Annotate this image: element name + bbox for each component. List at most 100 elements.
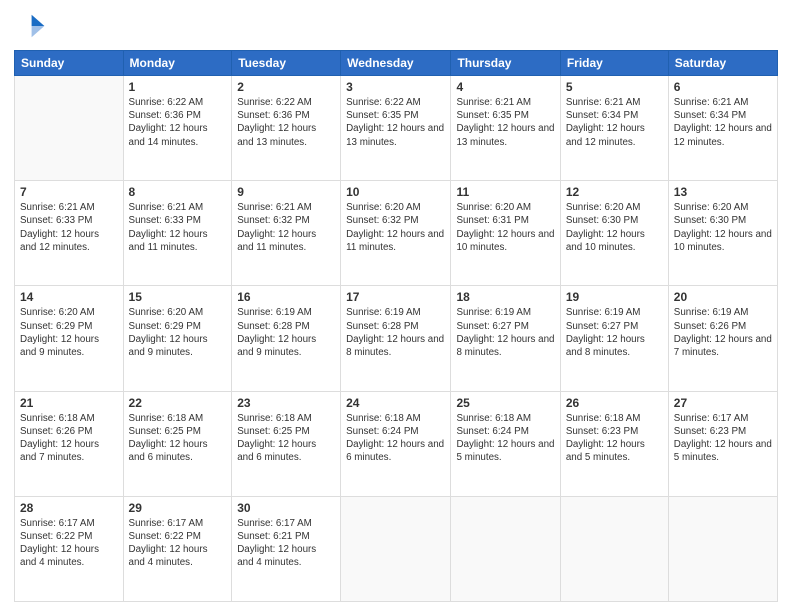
- day-info: Sunrise: 6:20 AMSunset: 6:30 PMDaylight:…: [674, 201, 772, 254]
- calendar-week-1: 1 Sunrise: 6:22 AMSunset: 6:36 PMDaylight…: [15, 76, 778, 181]
- day-number: 21: [20, 396, 118, 410]
- calendar-table: SundayMondayTuesdayWednesdayThursdayFrid…: [14, 50, 778, 602]
- day-number: 16: [237, 290, 335, 304]
- calendar-cell: 17 Sunrise: 6:19 AMSunset: 6:28 PMDayligh…: [341, 286, 451, 391]
- calendar-cell: 30 Sunrise: 6:17 AMSunset: 6:21 PMDayligh…: [232, 496, 341, 601]
- day-number: 3: [346, 80, 445, 94]
- calendar-header-tuesday: Tuesday: [232, 51, 341, 76]
- calendar-header-monday: Monday: [123, 51, 232, 76]
- day-info: Sunrise: 6:22 AMSunset: 6:36 PMDaylight:…: [237, 96, 335, 149]
- day-info: Sunrise: 6:20 AMSunset: 6:29 PMDaylight:…: [129, 306, 227, 359]
- logo-icon: [14, 10, 46, 42]
- day-info: Sunrise: 6:18 AMSunset: 6:23 PMDaylight:…: [566, 412, 663, 465]
- calendar-cell: 27 Sunrise: 6:17 AMSunset: 6:23 PMDayligh…: [668, 391, 777, 496]
- day-number: 7: [20, 185, 118, 199]
- day-number: 20: [674, 290, 772, 304]
- calendar-cell: [668, 496, 777, 601]
- calendar-cell: 23Sunrise: 6:18 AMSunset: 6:25 PMDayligh…: [232, 391, 341, 496]
- calendar-week-2: 7 Sunrise: 6:21 AMSunset: 6:33 PMDaylight…: [15, 181, 778, 286]
- day-number: 2: [237, 80, 335, 94]
- calendar-header-row: SundayMondayTuesdayWednesdayThursdayFrid…: [15, 51, 778, 76]
- day-number: 29: [129, 501, 227, 515]
- calendar-header-saturday: Saturday: [668, 51, 777, 76]
- calendar-cell: [341, 496, 451, 601]
- calendar-cell: 5Sunrise: 6:21 AMSunset: 6:34 PMDaylight…: [560, 76, 668, 181]
- day-info: Sunrise: 6:19 AMSunset: 6:26 PMDaylight:…: [674, 306, 772, 359]
- day-number: 28: [20, 501, 118, 515]
- day-info: Sunrise: 6:19 AMSunset: 6:27 PMDaylight:…: [566, 306, 663, 359]
- calendar-cell: 24Sunrise: 6:18 AMSunset: 6:24 PMDayligh…: [341, 391, 451, 496]
- calendar-cell: 13 Sunrise: 6:20 AMSunset: 6:30 PMDayligh…: [668, 181, 777, 286]
- day-number: 8: [129, 185, 227, 199]
- calendar-header-sunday: Sunday: [15, 51, 124, 76]
- calendar-cell: 21 Sunrise: 6:18 AMSunset: 6:26 PMDayligh…: [15, 391, 124, 496]
- calendar-cell: 25 Sunrise: 6:18 AMSunset: 6:24 PMDayligh…: [451, 391, 560, 496]
- day-info: Sunrise: 6:20 AMSunset: 6:32 PMDaylight:…: [346, 201, 445, 254]
- calendar-cell: 12Sunrise: 6:20 AMSunset: 6:30 PMDayligh…: [560, 181, 668, 286]
- day-info: Sunrise: 6:17 AMSunset: 6:21 PMDaylight:…: [237, 517, 335, 570]
- calendar-week-5: 28 Sunrise: 6:17 AMSunset: 6:22 PMDayligh…: [15, 496, 778, 601]
- calendar-header-thursday: Thursday: [451, 51, 560, 76]
- calendar-cell: [560, 496, 668, 601]
- calendar-cell: 3Sunrise: 6:22 AMSunset: 6:35 PMDaylight…: [341, 76, 451, 181]
- day-info: Sunrise: 6:18 AMSunset: 6:24 PMDaylight:…: [456, 412, 554, 465]
- day-info: Sunrise: 6:22 AMSunset: 6:36 PMDaylight:…: [129, 96, 227, 149]
- calendar-cell: 15 Sunrise: 6:20 AMSunset: 6:29 PMDayligh…: [123, 286, 232, 391]
- logo: [14, 10, 50, 42]
- calendar-cell: 14 Sunrise: 6:20 AMSunset: 6:29 PMDayligh…: [15, 286, 124, 391]
- day-info: Sunrise: 6:17 AMSunset: 6:23 PMDaylight:…: [674, 412, 772, 465]
- calendar-cell: 28 Sunrise: 6:17 AMSunset: 6:22 PMDayligh…: [15, 496, 124, 601]
- calendar-header-wednesday: Wednesday: [341, 51, 451, 76]
- header: [14, 10, 778, 42]
- day-info: Sunrise: 6:18 AMSunset: 6:24 PMDaylight:…: [346, 412, 445, 465]
- day-info: Sunrise: 6:17 AMSunset: 6:22 PMDaylight:…: [20, 517, 118, 570]
- day-number: 23: [237, 396, 335, 410]
- page: SundayMondayTuesdayWednesdayThursdayFrid…: [0, 0, 792, 612]
- day-info: Sunrise: 6:21 AMSunset: 6:32 PMDaylight:…: [237, 201, 335, 254]
- day-info: Sunrise: 6:18 AMSunset: 6:25 PMDaylight:…: [129, 412, 227, 465]
- day-number: 1: [129, 80, 227, 94]
- day-number: 25: [456, 396, 554, 410]
- day-number: 9: [237, 185, 335, 199]
- calendar-cell: 29 Sunrise: 6:17 AMSunset: 6:22 PMDayligh…: [123, 496, 232, 601]
- day-info: Sunrise: 6:17 AMSunset: 6:22 PMDaylight:…: [129, 517, 227, 570]
- day-info: Sunrise: 6:18 AMSunset: 6:26 PMDaylight:…: [20, 412, 118, 465]
- calendar-cell: [451, 496, 560, 601]
- day-number: 22: [129, 396, 227, 410]
- day-number: 19: [566, 290, 663, 304]
- day-info: Sunrise: 6:21 AMSunset: 6:35 PMDaylight:…: [456, 96, 554, 149]
- calendar-cell: 19 Sunrise: 6:19 AMSunset: 6:27 PMDayligh…: [560, 286, 668, 391]
- day-number: 12: [566, 185, 663, 199]
- calendar-cell: 16Sunrise: 6:19 AMSunset: 6:28 PMDayligh…: [232, 286, 341, 391]
- day-number: 5: [566, 80, 663, 94]
- day-info: Sunrise: 6:21 AMSunset: 6:33 PMDaylight:…: [20, 201, 118, 254]
- calendar-cell: 4Sunrise: 6:21 AMSunset: 6:35 PMDaylight…: [451, 76, 560, 181]
- calendar-cell: [15, 76, 124, 181]
- day-info: Sunrise: 6:21 AMSunset: 6:34 PMDaylight:…: [674, 96, 772, 149]
- calendar-week-3: 14 Sunrise: 6:20 AMSunset: 6:29 PMDayligh…: [15, 286, 778, 391]
- day-number: 14: [20, 290, 118, 304]
- calendar-cell: 18 Sunrise: 6:19 AMSunset: 6:27 PMDayligh…: [451, 286, 560, 391]
- day-info: Sunrise: 6:19 AMSunset: 6:27 PMDaylight:…: [456, 306, 554, 359]
- day-info: Sunrise: 6:21 AMSunset: 6:33 PMDaylight:…: [129, 201, 227, 254]
- day-number: 13: [674, 185, 772, 199]
- day-number: 30: [237, 501, 335, 515]
- calendar-header-friday: Friday: [560, 51, 668, 76]
- day-number: 17: [346, 290, 445, 304]
- day-number: 6: [674, 80, 772, 94]
- day-number: 15: [129, 290, 227, 304]
- calendar-week-4: 21 Sunrise: 6:18 AMSunset: 6:26 PMDayligh…: [15, 391, 778, 496]
- day-number: 11: [456, 185, 554, 199]
- day-number: 27: [674, 396, 772, 410]
- day-number: 10: [346, 185, 445, 199]
- day-info: Sunrise: 6:20 AMSunset: 6:31 PMDaylight:…: [456, 201, 554, 254]
- calendar-cell: 11 Sunrise: 6:20 AMSunset: 6:31 PMDayligh…: [451, 181, 560, 286]
- day-info: Sunrise: 6:20 AMSunset: 6:29 PMDaylight:…: [20, 306, 118, 359]
- day-number: 18: [456, 290, 554, 304]
- calendar-cell: 26 Sunrise: 6:18 AMSunset: 6:23 PMDayligh…: [560, 391, 668, 496]
- calendar-cell: 22 Sunrise: 6:18 AMSunset: 6:25 PMDayligh…: [123, 391, 232, 496]
- day-number: 26: [566, 396, 663, 410]
- calendar-cell: 6 Sunrise: 6:21 AMSunset: 6:34 PMDaylight…: [668, 76, 777, 181]
- calendar-cell: 9 Sunrise: 6:21 AMSunset: 6:32 PMDaylight…: [232, 181, 341, 286]
- day-info: Sunrise: 6:19 AMSunset: 6:28 PMDaylight:…: [346, 306, 445, 359]
